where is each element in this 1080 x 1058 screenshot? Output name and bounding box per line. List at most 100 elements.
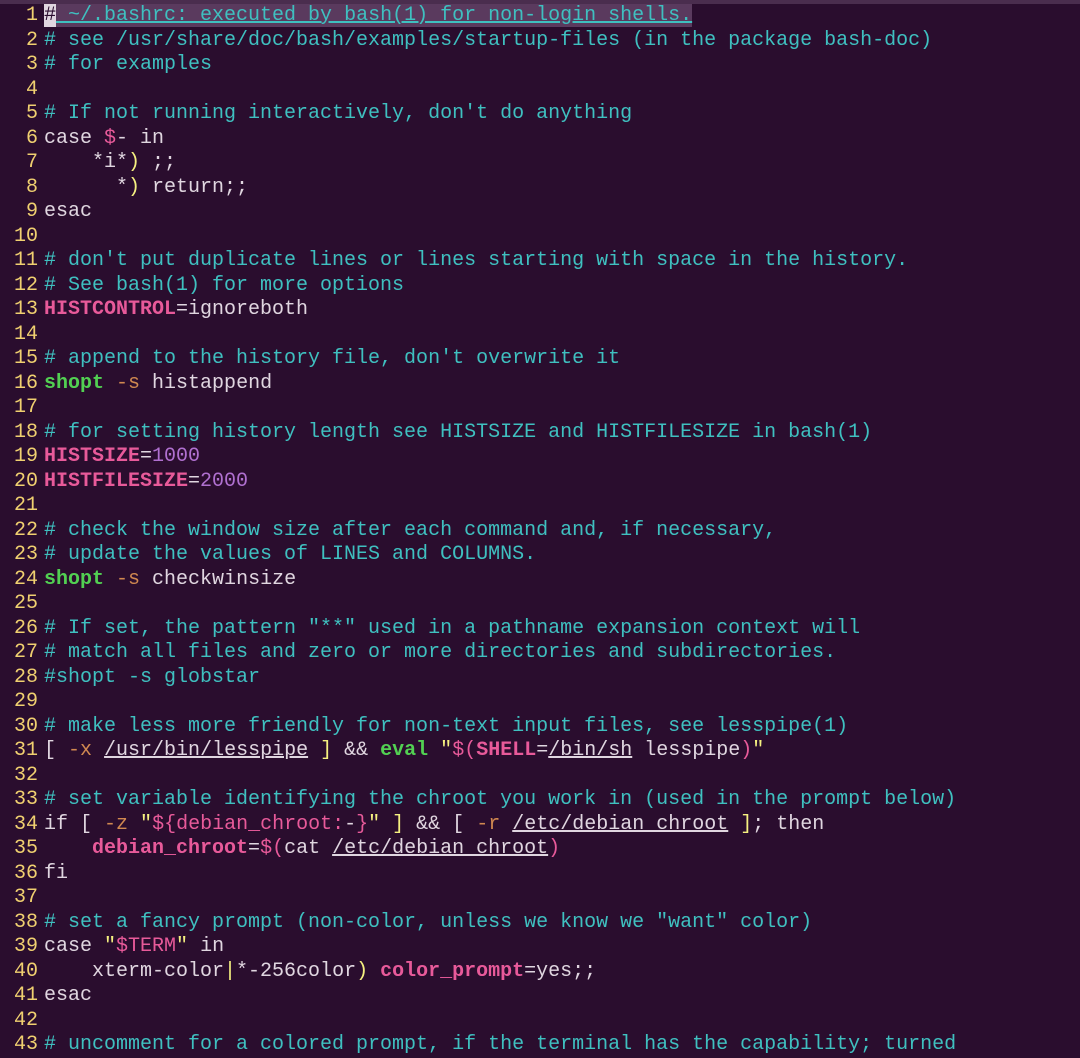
code-token: * (44, 176, 128, 199)
code-line[interactable] (44, 396, 1080, 421)
line-number: 8 (0, 176, 38, 201)
line-number: 24 (0, 568, 38, 593)
code-token: cat (284, 837, 332, 860)
line-number: 29 (0, 690, 38, 715)
code-line[interactable]: xterm-color|*-256color) color_prompt=yes… (44, 960, 1080, 985)
code-token: -s (116, 372, 140, 395)
code-line[interactable] (44, 886, 1080, 911)
line-number: 18 (0, 421, 38, 446)
code-line[interactable] (44, 764, 1080, 789)
code-token: # If not running interactively, don't do… (44, 102, 632, 125)
code-token: ) (548, 837, 560, 860)
code-token: HISTCONTROL (44, 298, 176, 321)
line-number: 6 (0, 127, 38, 152)
code-line[interactable]: fi (44, 862, 1080, 887)
code-token: # make less more friendly for non-text i… (44, 715, 848, 738)
code-line[interactable] (44, 592, 1080, 617)
code-line[interactable] (44, 494, 1080, 519)
code-line[interactable]: case "$TERM" in (44, 935, 1080, 960)
code-token: = (536, 739, 548, 762)
code-line[interactable]: # don't put duplicate lines or lines sta… (44, 249, 1080, 274)
code-token: # update the values of LINES and COLUMNS… (44, 543, 536, 566)
code-line[interactable]: # match all files and zero or more direc… (44, 641, 1080, 666)
code-token: ] (320, 739, 332, 762)
code-token: # check the window size after each comma… (44, 519, 776, 542)
code-token: esac (44, 984, 92, 1007)
code-token: ) (128, 151, 140, 174)
code-line[interactable]: # set a fancy prompt (non-color, unless … (44, 911, 1080, 936)
code-line[interactable]: # for setting history length see HISTSIZ… (44, 421, 1080, 446)
code-line[interactable]: debian_chroot=$(cat /etc/debian_chroot) (44, 837, 1080, 862)
line-number: 1 (0, 4, 38, 29)
code-token: # If set, the pattern "**" used in a pat… (44, 617, 860, 640)
line-number: 5 (0, 102, 38, 127)
code-token: # append to the history file, don't over… (44, 347, 620, 370)
code-line[interactable]: shopt -s histappend (44, 372, 1080, 397)
code-token: xterm-color (44, 960, 224, 983)
code-line[interactable]: esac (44, 200, 1080, 225)
code-line[interactable]: # make less more friendly for non-text i… (44, 715, 1080, 740)
code-token: " (140, 813, 152, 836)
code-line[interactable]: # append to the history file, don't over… (44, 347, 1080, 372)
code-token: ) (356, 960, 368, 983)
code-line[interactable]: # ~/.bashrc: executed by bash(1) for non… (44, 4, 1080, 29)
code-token: ] (392, 813, 404, 836)
code-token: #shopt -s globstar (44, 666, 260, 689)
code-token: - in (116, 127, 164, 150)
code-line[interactable] (44, 690, 1080, 715)
line-number: 14 (0, 323, 38, 348)
code-line[interactable]: # for examples (44, 53, 1080, 78)
code-token (368, 960, 380, 983)
code-token: *i* (44, 151, 128, 174)
code-line[interactable]: # set variable identifying the chroot yo… (44, 788, 1080, 813)
code-line[interactable]: # see /usr/share/doc/bash/examples/start… (44, 29, 1080, 54)
code-line[interactable]: # If not running interactively, don't do… (44, 102, 1080, 127)
code-token: checkwinsize (140, 568, 296, 591)
line-number: 3 (0, 53, 38, 78)
line-number: 39 (0, 935, 38, 960)
code-line[interactable]: HISTCONTROL=ignoreboth (44, 298, 1080, 323)
code-token: =ignoreboth (176, 298, 308, 321)
code-line[interactable] (44, 1009, 1080, 1034)
line-number: 41 (0, 984, 38, 1009)
line-number: 21 (0, 494, 38, 519)
code-line[interactable]: # update the values of LINES and COLUMNS… (44, 543, 1080, 568)
editor-pane[interactable]: 1234567891011121314151617181920212223242… (0, 4, 1080, 1058)
code-area[interactable]: # ~/.bashrc: executed by bash(1) for non… (44, 4, 1080, 1058)
code-token: # don't put duplicate lines or lines sta… (44, 249, 908, 272)
code-token: && [ (404, 813, 476, 836)
code-line[interactable]: if [ -z "${debian_chroot:-}" ] && [ -r /… (44, 813, 1080, 838)
code-token: 1000 (152, 445, 200, 468)
code-token (428, 739, 440, 762)
code-token: # See bash(1) for more options (44, 274, 404, 297)
code-line[interactable]: # check the window size after each comma… (44, 519, 1080, 544)
code-line[interactable]: *i*) ;; (44, 151, 1080, 176)
code-line[interactable]: # If set, the pattern "**" used in a pat… (44, 617, 1080, 642)
code-line[interactable]: case $- in (44, 127, 1080, 152)
code-token (128, 813, 140, 836)
code-line[interactable] (44, 78, 1080, 103)
code-token: color_prompt (380, 960, 524, 983)
code-line[interactable] (44, 225, 1080, 250)
code-token: " (104, 935, 116, 958)
line-number: 19 (0, 445, 38, 470)
code-line[interactable] (44, 323, 1080, 348)
code-line[interactable]: HISTFILESIZE=2000 (44, 470, 1080, 495)
code-line[interactable]: #shopt -s globstar (44, 666, 1080, 691)
code-line[interactable]: # See bash(1) for more options (44, 274, 1080, 299)
code-token: eval (380, 739, 428, 762)
line-number: 43 (0, 1033, 38, 1058)
code-line[interactable]: # uncomment for a colored prompt, if the… (44, 1033, 1080, 1058)
code-line[interactable]: *) return;; (44, 176, 1080, 201)
line-number: 15 (0, 347, 38, 372)
code-line[interactable]: shopt -s checkwinsize (44, 568, 1080, 593)
code-token: *-256color (236, 960, 356, 983)
code-token: && (332, 739, 380, 762)
code-token: | (224, 960, 236, 983)
line-number: 32 (0, 764, 38, 789)
code-line[interactable]: [ -x /usr/bin/lesspipe ] && eval "$(SHEL… (44, 739, 1080, 764)
code-line[interactable]: esac (44, 984, 1080, 1009)
code-token: # set a fancy prompt (non-color, unless … (44, 911, 812, 934)
code-line[interactable]: HISTSIZE=1000 (44, 445, 1080, 470)
code-token: =yes;; (524, 960, 596, 983)
